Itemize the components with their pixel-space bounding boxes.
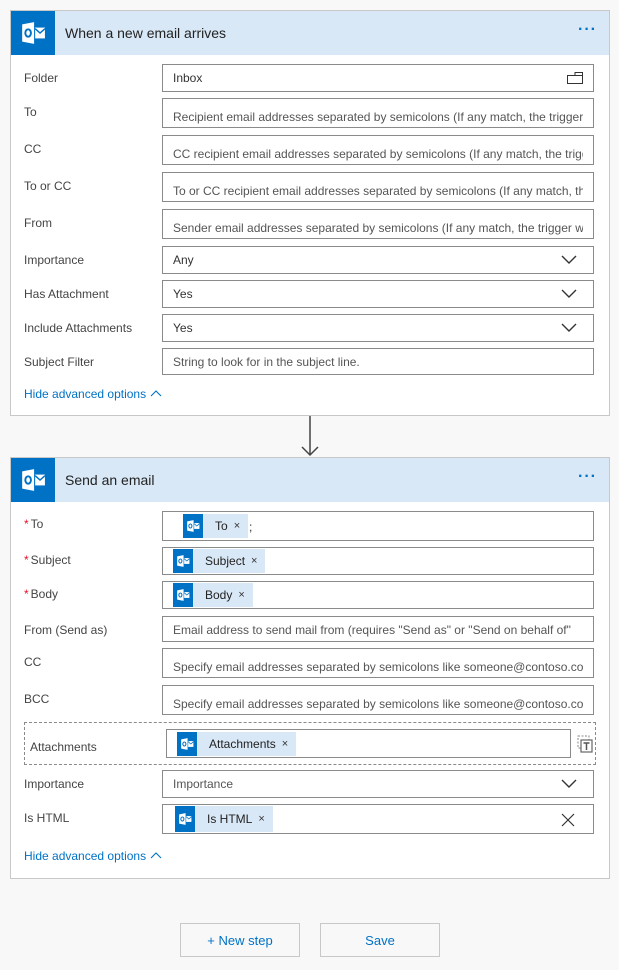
remove-token-icon[interactable]: × xyxy=(251,555,257,567)
subject-filter-input[interactable]: String to look for in the subject line. xyxy=(162,348,594,375)
dynamic-token-attachments[interactable]: Attachments × xyxy=(177,732,297,756)
field-label: From xyxy=(24,216,52,230)
dynamic-token-subject[interactable]: Subject × xyxy=(173,549,266,573)
to-input[interactable]: Recipient email addresses separated by s… xyxy=(162,98,594,128)
field-label: * Body xyxy=(24,587,59,601)
field-label: * To xyxy=(24,517,44,531)
field-label: CC xyxy=(24,142,42,156)
remove-token-icon[interactable]: × xyxy=(282,738,288,750)
field-label: BCC xyxy=(24,692,50,706)
bcc-placeholder: Specify email addresses separated by sem… xyxy=(173,697,583,711)
from-placeholder: Sender email addresses separated by semi… xyxy=(173,221,583,235)
include-attachments-dropdown[interactable]: Yes xyxy=(162,314,594,342)
to-or-cc-input[interactable]: To or CC recipient email addresses separ… xyxy=(162,172,594,202)
send-email-card-header[interactable]: Send an email ··· xyxy=(11,458,609,502)
importance-dropdown[interactable]: Any xyxy=(162,246,594,274)
trigger-card-header[interactable]: When a new email arrives ··· xyxy=(11,11,609,55)
has-attachment-value: Yes xyxy=(173,287,193,301)
field-label: Importance xyxy=(24,253,85,267)
is-html-input[interactable]: Is HTML × xyxy=(162,804,594,834)
outlook-icon xyxy=(11,11,55,55)
chevron-up-icon xyxy=(150,390,162,397)
cc-input[interactable]: Specify email addresses separated by sem… xyxy=(162,648,594,678)
field-label: Include Attachments xyxy=(24,321,133,335)
more-options-icon[interactable]: ··· xyxy=(578,22,597,38)
folder-input[interactable]: Inbox xyxy=(162,64,594,92)
field-label: To or CC xyxy=(24,179,72,193)
required-mark: * xyxy=(24,587,29,601)
more-options-icon[interactable]: ··· xyxy=(578,469,597,485)
new-step-button[interactable]: + New step xyxy=(180,923,300,957)
field-label: Attachments xyxy=(30,740,97,754)
dynamic-token-body[interactable]: Body × xyxy=(173,583,253,607)
from-send-as-input[interactable]: Email address to send mail from (require… xyxy=(162,616,594,642)
field-label: Is HTML xyxy=(24,811,70,825)
has-attachment-dropdown[interactable]: Yes xyxy=(162,280,594,308)
subject-input[interactable]: Subject × xyxy=(162,547,594,575)
required-mark: * xyxy=(24,517,29,531)
send-email-card: Send an email ··· * To To × ; * Subject Su… xyxy=(10,457,610,879)
attachments-input[interactable]: Attachments × xyxy=(166,729,571,758)
chevron-down-icon[interactable] xyxy=(561,255,577,265)
field-label: Has Attachment xyxy=(24,287,109,301)
field-label: * Subject xyxy=(24,553,71,567)
token-separator: ; xyxy=(249,520,253,534)
link-label: Hide advanced options xyxy=(24,387,147,401)
hide-advanced-options-link[interactable]: Hide advanced options xyxy=(24,387,162,401)
subject-filter-placeholder: String to look for in the subject line. xyxy=(173,355,360,369)
dynamic-token-is-html[interactable]: Is HTML × xyxy=(175,806,273,832)
to-placeholder: Recipient email addresses separated by s… xyxy=(173,110,583,124)
chevron-down-icon[interactable] xyxy=(561,323,577,333)
action-title: Send an email xyxy=(65,472,155,488)
to-input[interactable]: To × ; xyxy=(162,511,594,541)
remove-token-icon[interactable]: × xyxy=(234,520,240,532)
chevron-down-icon[interactable] xyxy=(561,289,577,299)
attachments-array-group: Attachments Attachments × xyxy=(24,722,596,765)
from-send-as-placeholder: Email address to send mail from (require… xyxy=(173,623,571,637)
importance-placeholder: Importance xyxy=(173,777,234,791)
folder-icon[interactable] xyxy=(567,72,583,84)
dynamic-token-to[interactable]: To × xyxy=(183,514,249,538)
bcc-input[interactable]: Specify email addresses separated by sem… xyxy=(162,685,594,715)
outlook-icon xyxy=(177,732,197,756)
remove-token-icon[interactable]: × xyxy=(258,813,264,825)
link-label: Hide advanced options xyxy=(24,849,147,863)
remove-token-icon[interactable]: × xyxy=(238,589,244,601)
field-label: To xyxy=(24,105,37,119)
hide-advanced-options-link[interactable]: Hide advanced options xyxy=(24,849,162,863)
field-label: From (Send as) xyxy=(24,623,108,637)
required-mark: * xyxy=(24,553,29,567)
cc-input[interactable]: CC recipient email addresses separated b… xyxy=(162,135,594,165)
clear-icon[interactable] xyxy=(561,813,575,827)
outlook-icon xyxy=(173,583,193,607)
include-attachments-value: Yes xyxy=(173,321,193,335)
outlook-icon xyxy=(175,806,195,832)
from-input[interactable]: Sender email addresses separated by semi… xyxy=(162,209,594,239)
outlook-icon xyxy=(173,549,193,573)
chevron-down-icon[interactable] xyxy=(561,779,577,789)
to-or-cc-placeholder: To or CC recipient email addresses separ… xyxy=(173,184,583,198)
switch-input-mode-icon[interactable] xyxy=(577,735,593,753)
field-label: Subject Filter xyxy=(24,355,95,369)
importance-value: Any xyxy=(173,253,194,267)
cc-placeholder: Specify email addresses separated by sem… xyxy=(173,660,583,674)
chevron-up-icon xyxy=(150,852,162,859)
outlook-icon xyxy=(11,458,55,502)
body-input[interactable]: Body × xyxy=(162,581,594,609)
trigger-title: When a new email arrives xyxy=(65,25,227,41)
connector-arrow-icon xyxy=(301,416,319,457)
folder-value: Inbox xyxy=(173,71,203,85)
field-label: Folder xyxy=(24,71,59,85)
importance-dropdown[interactable]: Importance xyxy=(162,770,594,798)
outlook-icon xyxy=(183,514,203,538)
cc-placeholder: CC recipient email addresses separated b… xyxy=(173,147,583,161)
field-label: Importance xyxy=(24,777,85,791)
save-button[interactable]: Save xyxy=(320,923,440,957)
trigger-card: When a new email arrives ··· Folder Inbo… xyxy=(10,10,610,416)
field-label: CC xyxy=(24,655,42,669)
